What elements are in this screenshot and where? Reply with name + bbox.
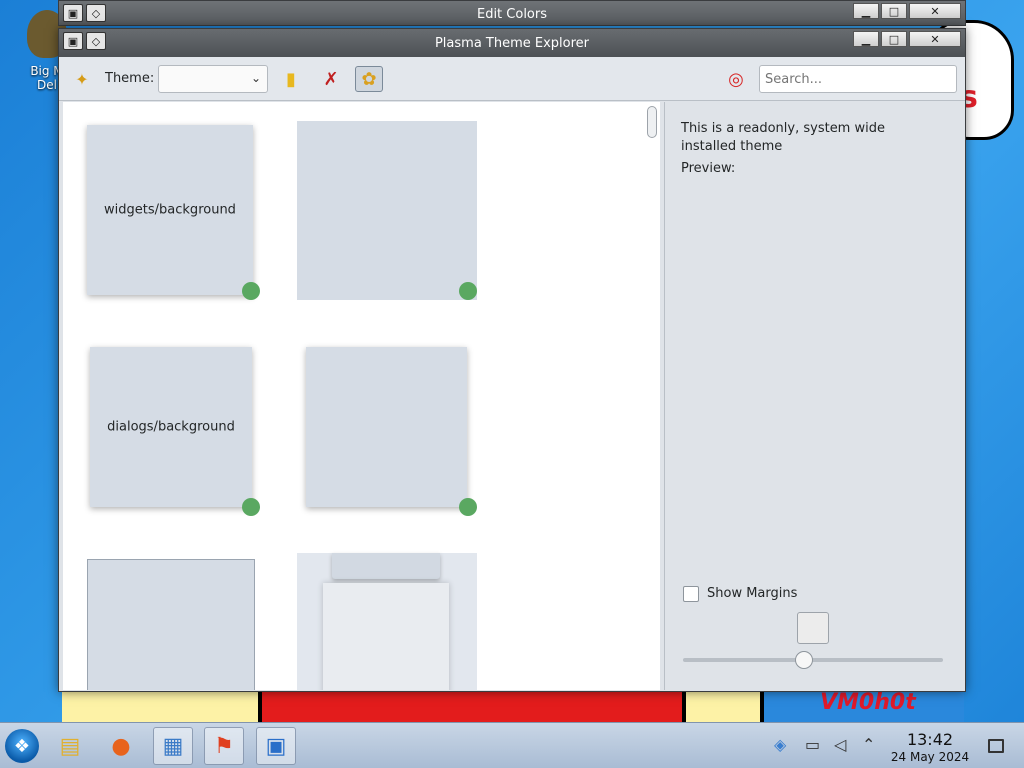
chevron-down-icon: ⌄ — [250, 71, 261, 85]
tile-tab-shape — [332, 553, 440, 579]
clock-time: 13:42 — [906, 730, 954, 749]
show-margins-label[interactable]: Show Margins — [707, 586, 797, 601]
art-yellow-block — [62, 690, 262, 722]
maximize-button[interactable]: □ — [881, 3, 907, 19]
status-dot — [459, 282, 477, 300]
system-settings-icon[interactable]: ▦ — [153, 727, 193, 765]
new-theme-icon[interactable]: ✦ — [71, 68, 93, 90]
theme-element-tile[interactable] — [306, 347, 467, 507]
preview-panel: This is a readonly, system wide installe… — [664, 102, 965, 690]
theme-element-tile[interactable] — [87, 559, 255, 690]
maximize-button[interactable]: □ — [881, 31, 907, 47]
theme-element-label: widgets/background — [104, 202, 236, 218]
edit-colors-title: Edit Colors — [476, 7, 548, 22]
close-button[interactable]: ✕ — [909, 3, 961, 19]
theme-label: Theme: — [105, 71, 155, 86]
plasma-theme-explorer-icon[interactable]: ▣ — [256, 727, 296, 765]
clipboard-icon[interactable]: ▭ — [805, 735, 820, 754]
color-palette-icon[interactable]: ✿ — [355, 66, 383, 92]
minimize-button[interactable]: ▁ — [853, 31, 879, 47]
preview-swatch — [797, 612, 829, 644]
network-icon[interactable]: ◈ — [774, 735, 786, 754]
theme-element-label: dialogs/background — [107, 419, 235, 435]
chevron-up-icon[interactable]: ⌃ — [862, 735, 875, 754]
volume-muted-icon[interactable]: ◁ — [834, 735, 846, 754]
clock-date: 24 May 2024 — [890, 750, 970, 764]
theme-info-text: This is a readonly, system wide installe… — [681, 121, 885, 154]
toolbar: ✦ Theme: ⌄ ▮ ✗ ✿ ◎ — [59, 57, 965, 101]
status-dot — [242, 282, 260, 300]
start-menu-button[interactable]: ❖ — [5, 729, 39, 763]
theme-element-tile[interactable]: dialogs/background — [90, 347, 252, 507]
window-title: Plasma Theme Explorer — [434, 36, 590, 51]
theme-element-tile[interactable] — [297, 553, 477, 690]
desktop-art-strip: VM0h0t — [62, 690, 964, 722]
art-corner-text: VM0h0t — [764, 690, 964, 722]
clock[interactable]: 13:42 24 May 2024 — [882, 731, 978, 765]
show-desktop-button[interactable] — [988, 739, 1004, 753]
file-manager-icon[interactable]: ▤ — [50, 727, 90, 765]
show-margins-checkbox[interactable] — [683, 586, 699, 602]
art-red-block — [262, 690, 686, 722]
theme-element-tile[interactable]: widgets/background — [87, 125, 253, 295]
size-slider-track[interactable] — [683, 658, 943, 662]
theme-elements-grid: widgets/background dialogs/background — [63, 102, 660, 690]
status-dot — [242, 498, 260, 516]
close-button[interactable]: ✕ — [909, 31, 961, 47]
minimize-button[interactable]: ▁ — [853, 3, 879, 19]
theme-element-tile[interactable] — [297, 121, 477, 300]
preview-label: Preview: — [681, 161, 736, 176]
window-titlebar[interactable]: ▣ ◇ Plasma Theme Explorer ▁ □ ✕ — [59, 29, 965, 57]
size-slider-handle[interactable] — [795, 651, 813, 669]
taskbar: ❖ ▤ ● ▦ ⚑ ▣ ◈ ▭ ◁ ⌃ 13:42 24 May 2024 — [0, 722, 1024, 768]
help-lifebuoy-icon[interactable]: ◎ — [722, 66, 750, 92]
tile-panel-shape — [323, 583, 449, 690]
firefox-icon[interactable]: ● — [101, 727, 141, 765]
status-dot — [459, 498, 477, 516]
plasma-theme-explorer-window: ▣ ◇ Plasma Theme Explorer ▁ □ ✕ ✦ Theme:… — [58, 28, 966, 692]
edit-colors-titlebar[interactable]: ▣ ◇ Edit Colors ▁ □ ✕ — [58, 0, 966, 26]
art-yellow-block-2 — [686, 690, 764, 722]
edit-tools-icon[interactable]: ✗ — [317, 66, 345, 92]
open-folder-icon[interactable]: ▮ — [277, 66, 305, 92]
windows-flag-icon[interactable]: ⚑ — [204, 727, 244, 765]
theme-select[interactable]: ⌄ — [158, 65, 268, 93]
search-input[interactable] — [759, 65, 957, 93]
scrollbar-handle[interactable] — [647, 106, 657, 138]
